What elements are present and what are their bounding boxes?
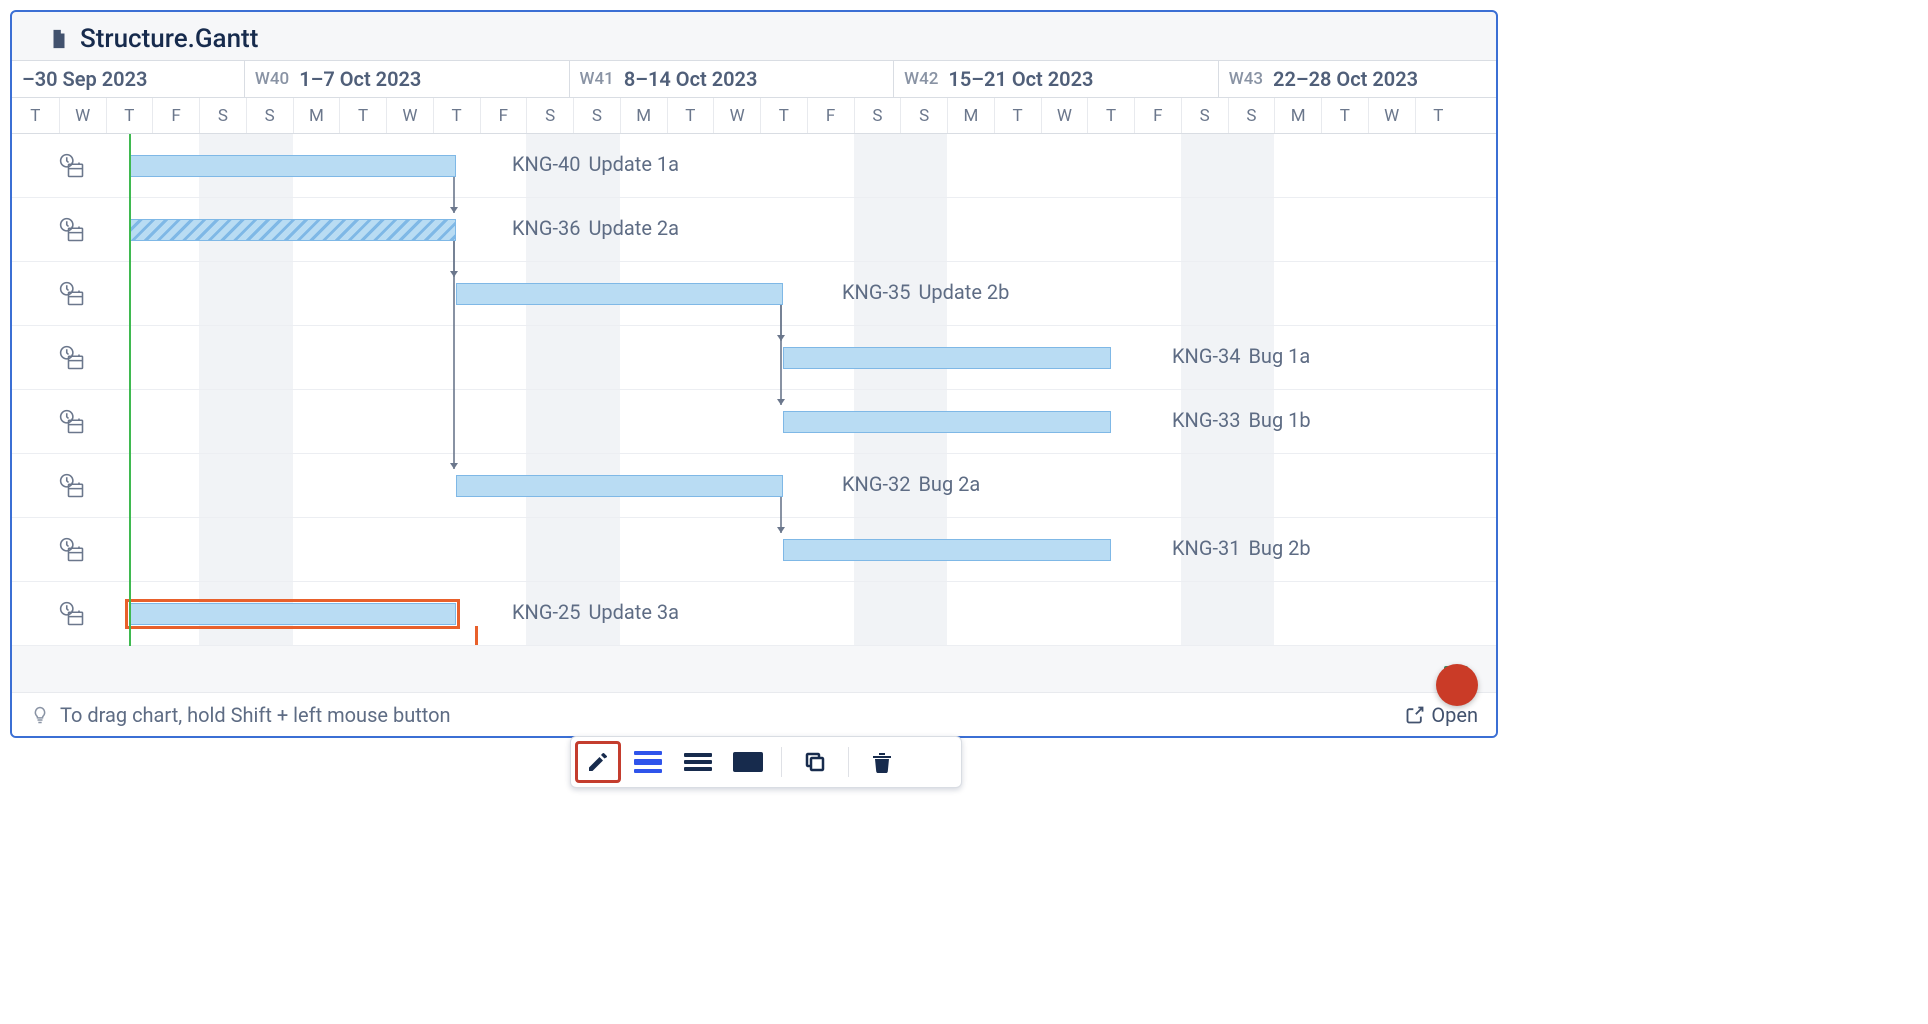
layout-full-icon — [733, 752, 763, 772]
task-bar[interactable] — [783, 347, 1110, 369]
day-header-cell: F — [1134, 98, 1181, 133]
edit-button[interactable] — [575, 741, 621, 783]
day-header-cell: W — [386, 98, 433, 133]
task-label[interactable]: KNG-25Update 3a — [512, 600, 679, 624]
decorative-red-badge-icon — [1436, 664, 1478, 706]
task-row: KNG-33Bug 1b — [12, 390, 1496, 454]
task-bar[interactable] — [456, 475, 783, 497]
day-header-cell: S — [573, 98, 620, 133]
floating-toolbar — [570, 736, 962, 788]
week-header: –30 Sep 2023 — [12, 60, 244, 98]
day-header-cell: T — [433, 98, 480, 133]
task-row: KNG-34Bug 1a — [12, 326, 1496, 390]
toolbar-separator — [848, 747, 849, 777]
external-link-icon — [1405, 705, 1425, 725]
calendar-clock-icon — [58, 280, 86, 308]
timeline-days-header: TWTFSSMTWTFSSMTWTFSSMTWTFSSMTWT — [12, 98, 1496, 134]
calendar-clock-icon — [58, 216, 86, 244]
day-header-cell: M — [947, 98, 994, 133]
copy-icon — [803, 750, 827, 774]
task-bar[interactable] — [456, 283, 783, 305]
calendar-clock-icon — [58, 408, 86, 436]
day-header-cell: T — [339, 98, 386, 133]
day-header-cell: S — [1228, 98, 1275, 133]
task-row: KNG-36Update 2a — [12, 198, 1496, 262]
day-header-cell: S — [1181, 98, 1228, 133]
layout-full-button[interactable] — [725, 741, 771, 783]
gantt-rows: KNG-40Update 1a KNG-36Update 2a KNG-35Upda… — [12, 134, 1496, 646]
task-bar[interactable] — [129, 603, 456, 625]
gantt-panel: Structure.Gantt –30 Sep 2023W401–7 Oct 2… — [10, 10, 1498, 738]
task-label[interactable]: KNG-32Bug 2a — [842, 472, 980, 496]
document-icon — [48, 26, 70, 52]
week-header: W4322–28 Oct 2023 — [1218, 60, 1496, 98]
week-header: W418–14 Oct 2023 — [569, 60, 894, 98]
day-header-cell: S — [246, 98, 293, 133]
task-bar[interactable] — [783, 539, 1110, 561]
day-header-cell: W — [1041, 98, 1088, 133]
panel-title: Structure.Gantt — [12, 12, 1496, 60]
task-row: KNG-25Update 3a — [12, 582, 1496, 646]
day-header-cell: S — [526, 98, 573, 133]
day-header-cell: F — [807, 98, 854, 133]
panel-title-text: Structure.Gantt — [80, 24, 258, 54]
layout-compact-button[interactable] — [675, 741, 721, 783]
day-header-cell: W — [1368, 98, 1415, 133]
task-row: KNG-32Bug 2a — [12, 454, 1496, 518]
task-row: KNG-35Update 2b — [12, 262, 1496, 326]
day-header-cell: S — [199, 98, 246, 133]
timeline-weeks-header: –30 Sep 2023W401–7 Oct 2023W418–14 Oct 2… — [12, 60, 1496, 98]
day-header-cell: M — [1274, 98, 1321, 133]
task-bar[interactable] — [129, 219, 456, 241]
layout-compact-icon — [684, 751, 712, 773]
gantt-body[interactable]: KNG-40Update 1a KNG-36Update 2a KNG-35Upda… — [12, 134, 1496, 646]
task-row: KNG-31Bug 2b — [12, 518, 1496, 582]
task-bar[interactable] — [129, 155, 456, 177]
day-header-cell: S — [854, 98, 901, 133]
day-header-cell: M — [293, 98, 340, 133]
lightbulb-icon — [30, 705, 50, 725]
pencil-icon — [586, 750, 610, 774]
task-label[interactable]: KNG-33Bug 1b — [1172, 408, 1311, 432]
week-header: W401–7 Oct 2023 — [244, 60, 569, 98]
day-header-cell: F — [152, 98, 199, 133]
day-header-cell: M — [620, 98, 667, 133]
open-button[interactable]: Open — [1405, 703, 1478, 727]
day-header-cell: F — [480, 98, 527, 133]
calendar-clock-icon — [58, 600, 86, 628]
task-label[interactable]: KNG-40Update 1a — [512, 152, 679, 176]
trash-icon — [871, 750, 893, 774]
day-header-cell: T — [106, 98, 153, 133]
day-header-cell: T — [1087, 98, 1134, 133]
calendar-clock-icon — [58, 472, 86, 500]
day-header-cell: T — [760, 98, 807, 133]
task-label[interactable]: KNG-34Bug 1a — [1172, 344, 1310, 368]
calendar-clock-icon — [58, 536, 86, 564]
calendar-clock-icon — [58, 344, 86, 372]
week-header: W4215–21 Oct 2023 — [893, 60, 1218, 98]
layout-default-button[interactable] — [625, 741, 671, 783]
day-header-cell: W — [713, 98, 760, 133]
day-header-cell: T — [994, 98, 1041, 133]
calendar-clock-icon — [58, 152, 86, 180]
task-row: KNG-40Update 1a — [12, 134, 1496, 198]
hint-bar: To drag chart, hold Shift + left mouse b… — [12, 692, 1496, 736]
delete-button[interactable] — [859, 741, 905, 783]
day-header-cell: T — [12, 98, 59, 133]
copy-button[interactable] — [792, 741, 838, 783]
day-header-cell: W — [59, 98, 106, 133]
open-label: Open — [1431, 703, 1478, 727]
hint-left: To drag chart, hold Shift + left mouse b… — [30, 703, 451, 727]
task-label[interactable]: KNG-36Update 2a — [512, 216, 679, 240]
task-label[interactable]: KNG-35Update 2b — [842, 280, 1009, 304]
day-header-cell: T — [667, 98, 714, 133]
toolbar-separator — [781, 747, 782, 777]
task-bar[interactable] — [783, 411, 1110, 433]
layout-default-icon — [634, 751, 662, 773]
day-header-cell: T — [1415, 98, 1462, 133]
day-header-cell: S — [900, 98, 947, 133]
task-label[interactable]: KNG-31Bug 2b — [1172, 536, 1311, 560]
day-header-cell: T — [1321, 98, 1368, 133]
hint-text: To drag chart, hold Shift + left mouse b… — [60, 703, 451, 727]
